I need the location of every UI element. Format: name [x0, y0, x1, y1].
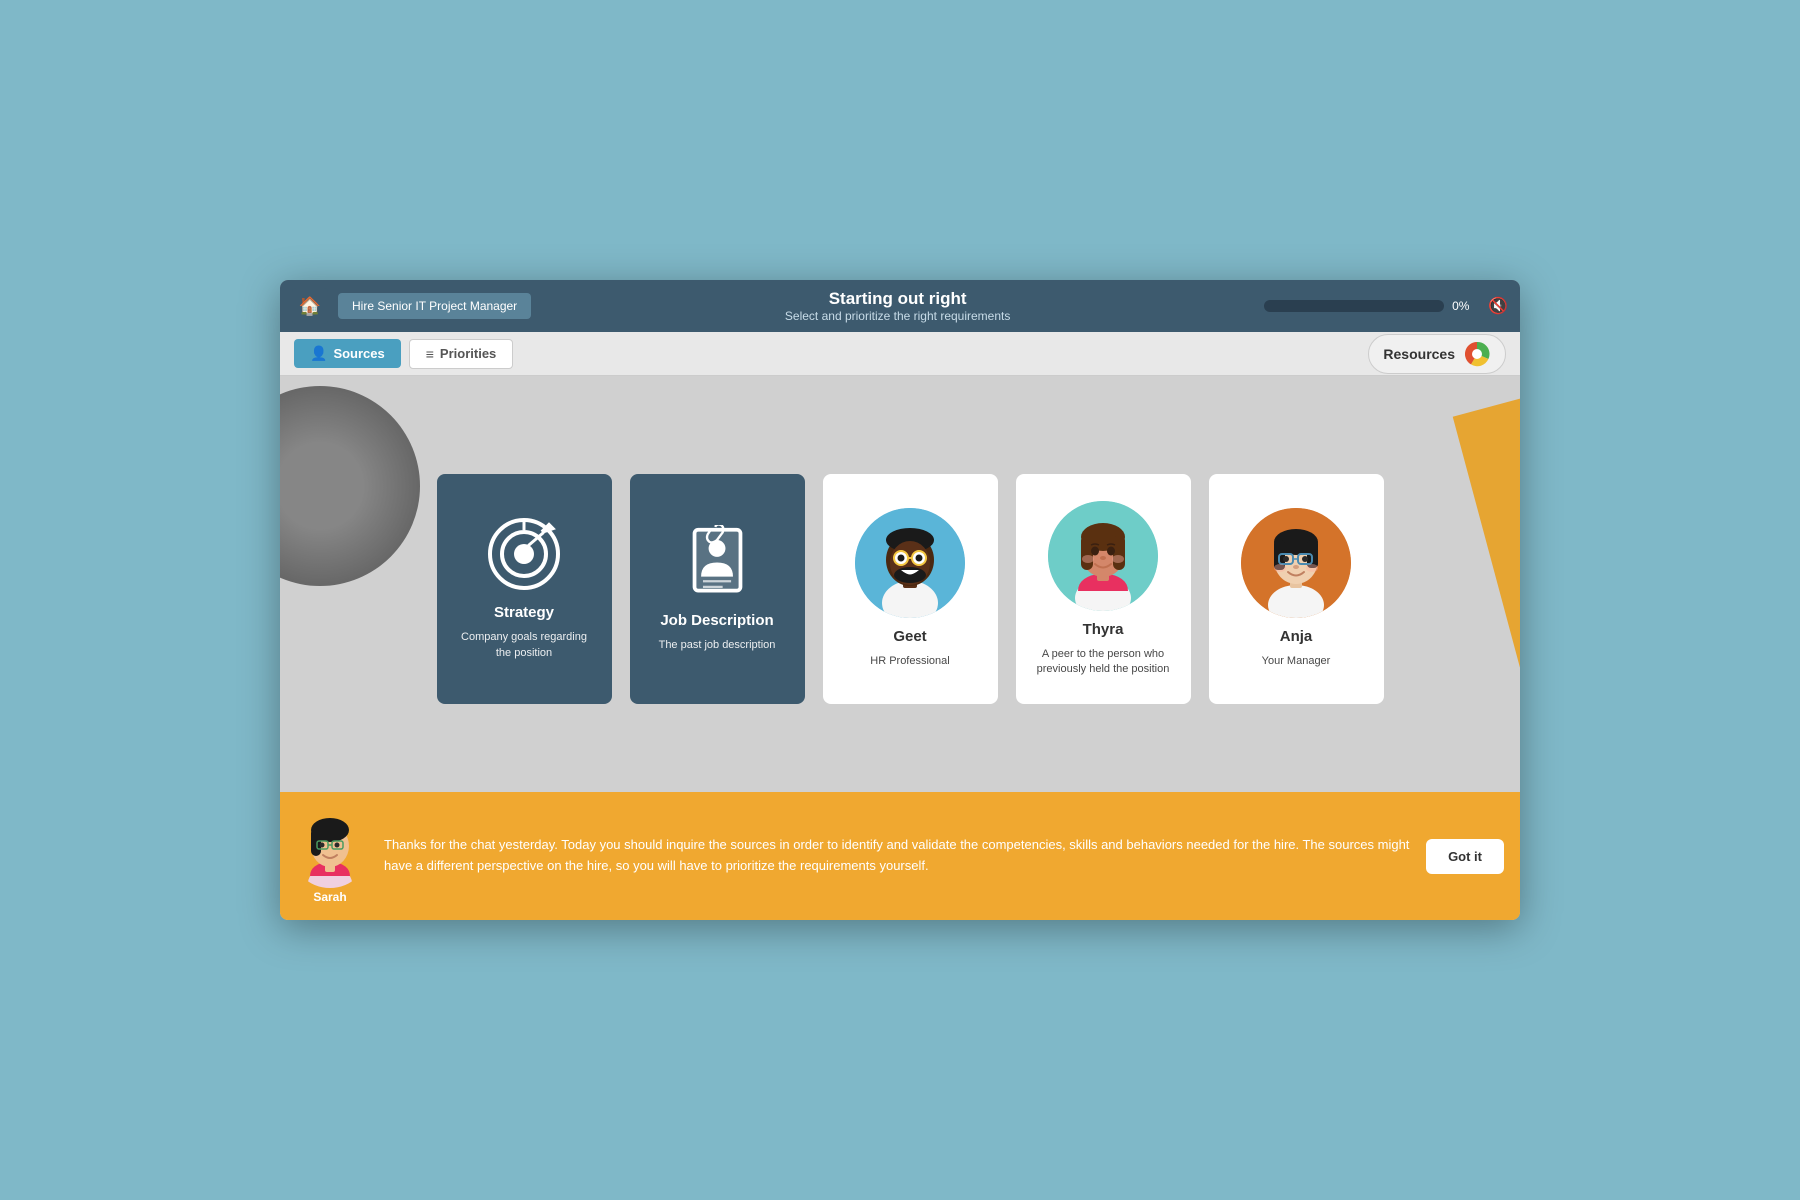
anja-avatar — [1241, 508, 1351, 618]
got-it-button[interactable]: Got it — [1426, 839, 1504, 874]
strategy-subtitle: Company goals regarding the position — [453, 630, 596, 661]
thyra-subtitle: A peer to the person who previously held… — [1032, 647, 1175, 678]
main-content: Strategy Company goals regarding the pos… — [280, 376, 1520, 792]
tab-sources-label: Sources — [333, 346, 384, 361]
strategy-icon — [487, 517, 562, 592]
anja-title: Anja — [1280, 628, 1313, 646]
sarah-name: Sarah — [313, 890, 346, 904]
top-bar: 🏠 Hire Senior IT Project Manager Startin… — [280, 280, 1520, 332]
sound-button[interactable]: 🔇 — [1488, 296, 1508, 316]
job-description-title: Job Description — [660, 612, 773, 630]
app-window: 🏠 Hire Senior IT Project Manager Startin… — [280, 280, 1520, 920]
card-job-description[interactable]: Job Description The past job description — [630, 474, 805, 704]
resources-button[interactable]: Resources — [1368, 334, 1506, 374]
progress-bar — [1264, 300, 1444, 312]
home-button[interactable]: 🏠 — [292, 288, 328, 324]
breadcrumb-button[interactable]: Hire Senior IT Project Manager — [338, 293, 531, 319]
chat-bar: Sarah Thanks for the chat yesterday. Tod… — [280, 792, 1520, 920]
job-description-icon — [685, 525, 750, 600]
thyra-title: Thyra — [1083, 621, 1124, 639]
chat-message: Thanks for the chat yesterday. Today you… — [384, 835, 1412, 877]
thyra-avatar — [1048, 501, 1158, 611]
page-subtitle: Select and prioritize the right requirem… — [541, 309, 1254, 323]
tab-priorities-label: Priorities — [440, 346, 496, 361]
progress-area: 0% 🔇 — [1264, 296, 1508, 316]
geet-avatar — [855, 508, 965, 618]
page-title: Starting out right — [541, 289, 1254, 309]
card-geet[interactable]: Geet HR Professional — [823, 474, 998, 704]
progress-label: 0% — [1452, 299, 1480, 313]
job-description-subtitle: The past job description — [659, 638, 776, 653]
sarah-avatar-wrap: Sarah — [290, 808, 370, 904]
top-bar-center: Starting out right Select and prioritize… — [541, 289, 1254, 323]
anja-subtitle: Your Manager — [1262, 654, 1331, 669]
nav-bar: 👤 Sources ≡ Priorities Resources — [280, 332, 1520, 376]
sources-icon: 👤 — [310, 345, 327, 362]
geet-title: Geet — [893, 628, 926, 646]
cards-area: Strategy Company goals regarding the pos… — [280, 376, 1520, 792]
card-anja[interactable]: Anja Your Manager — [1209, 474, 1384, 704]
sarah-avatar — [290, 808, 370, 888]
card-thyra[interactable]: Thyra A peer to the person who previousl… — [1016, 474, 1191, 704]
geet-subtitle: HR Professional — [870, 654, 949, 669]
priorities-icon: ≡ — [426, 346, 434, 362]
resources-pie-chart — [1463, 340, 1491, 368]
tab-sources[interactable]: 👤 Sources — [294, 339, 401, 368]
resources-label: Resources — [1383, 346, 1455, 362]
strategy-title: Strategy — [494, 604, 554, 622]
card-strategy[interactable]: Strategy Company goals regarding the pos… — [437, 474, 612, 704]
tab-priorities[interactable]: ≡ Priorities — [409, 339, 514, 369]
